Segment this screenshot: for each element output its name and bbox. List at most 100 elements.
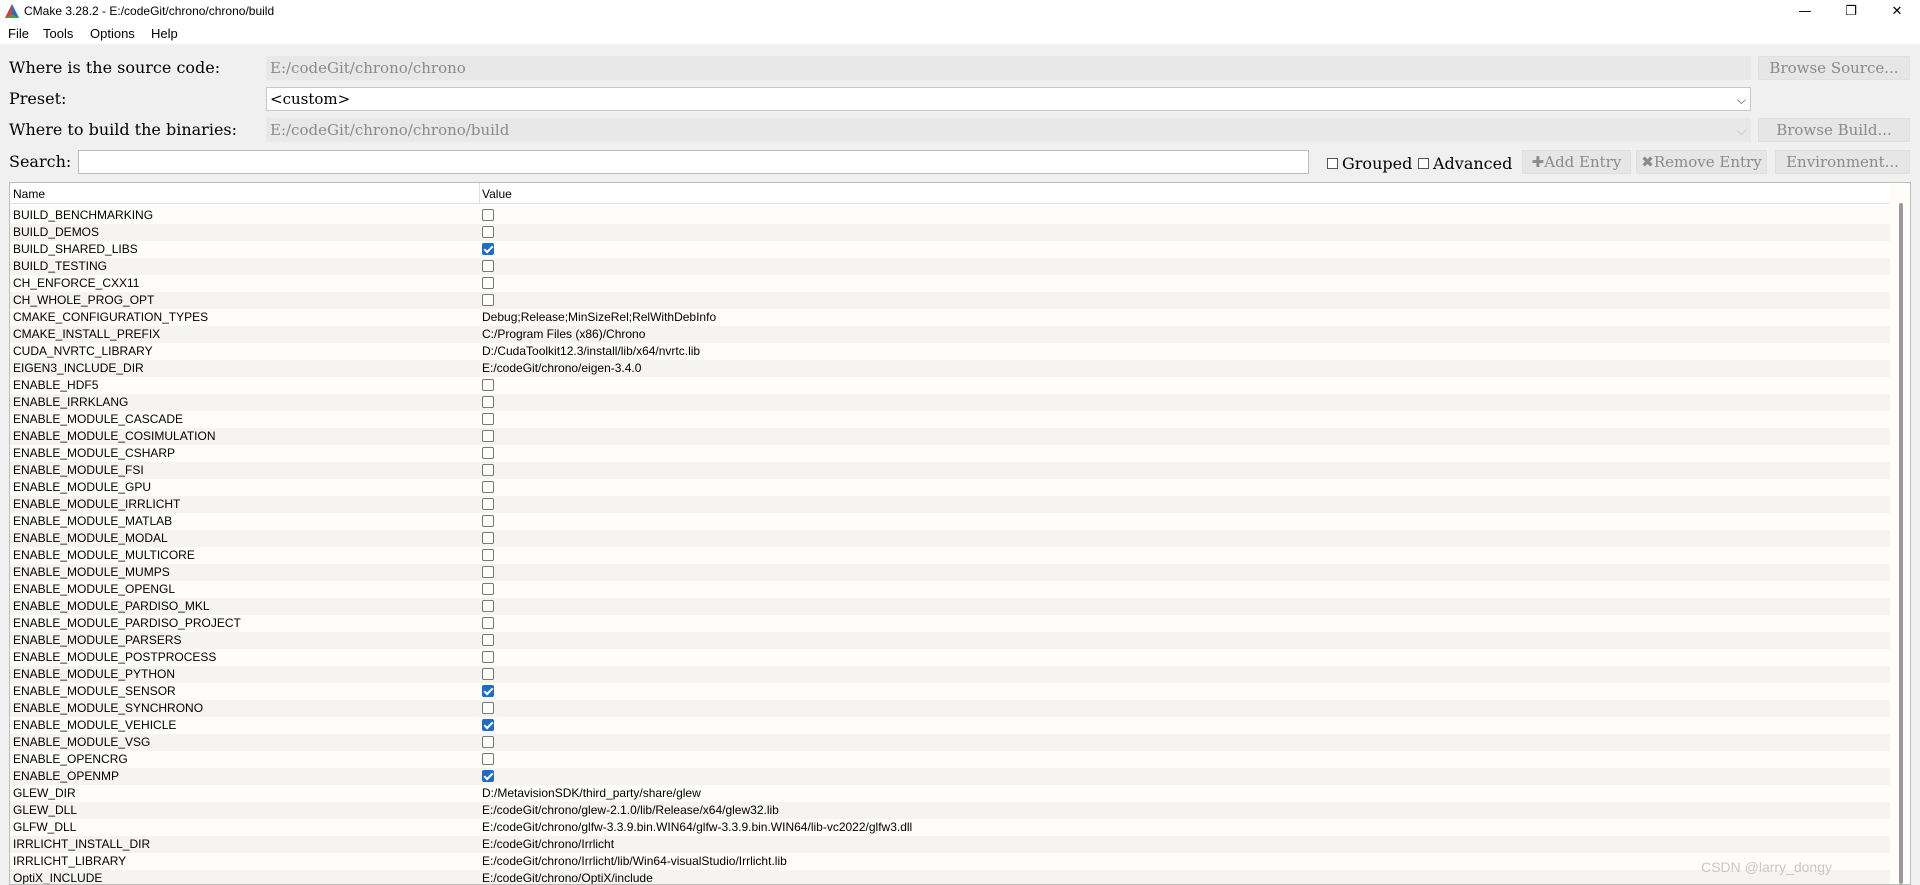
- add-entry-button[interactable]: ✚Add Entry: [1522, 150, 1631, 174]
- build-path-combo[interactable]: E:/codeGit/chrono/chrono/build ⌵: [266, 118, 1751, 142]
- row-value-checkbox[interactable]: [482, 736, 494, 748]
- row-value-checkbox[interactable]: [482, 549, 494, 561]
- row-value-checkbox[interactable]: [482, 413, 494, 425]
- row-value-checkbox[interactable]: [482, 447, 494, 459]
- table-row[interactable]: ENABLE_MODULE_IRRLICHT: [10, 496, 1890, 513]
- table-row[interactable]: ENABLE_MODULE_PYTHON: [10, 666, 1890, 683]
- table-row[interactable]: CMAKE_CONFIGURATION_TYPES Debug;Release;M…: [10, 309, 1890, 326]
- table-row[interactable]: ENABLE_MODULE_MULTICORE: [10, 547, 1890, 564]
- row-value-checkbox[interactable]: [482, 583, 494, 595]
- table-row[interactable]: ENABLE_MODULE_MODAL: [10, 530, 1890, 547]
- row-value-checkbox[interactable]: [482, 260, 494, 272]
- table-row[interactable]: CH_WHOLE_PROG_OPT: [10, 292, 1890, 309]
- row-value-checkbox[interactable]: [482, 498, 494, 510]
- table-row[interactable]: ENABLE_MODULE_SENSOR: [10, 683, 1890, 700]
- table-row[interactable]: GLEW_DIR D:/MetavisionSDK/third_party/sha…: [10, 785, 1890, 802]
- advanced-checkbox-box[interactable]: [1418, 157, 1429, 169]
- vertical-scrollbar[interactable]: [1895, 203, 1909, 884]
- row-value-checkbox[interactable]: [482, 209, 494, 221]
- table-row[interactable]: ENABLE_OPENCRG: [10, 751, 1890, 768]
- grouped-checkbox-box[interactable]: [1327, 157, 1338, 169]
- row-value[interactable]: E:/codeGit/chrono/glew-2.1.0/lib/Release…: [482, 803, 779, 817]
- row-value-checkbox[interactable]: [482, 719, 494, 731]
- row-value-checkbox[interactable]: [482, 243, 494, 255]
- row-value[interactable]: E:/codeGit/chrono/Irrlicht/lib/Win64-vis…: [482, 854, 787, 868]
- menu-help[interactable]: Help: [151, 26, 178, 41]
- table-row[interactable]: ENABLE_MODULE_PARDISO_MKL: [10, 598, 1890, 615]
- table-row[interactable]: CUDA_NVRTC_LIBRARY D:/CudaToolkit12.3/ins…: [10, 343, 1890, 360]
- grouped-checkbox[interactable]: Grouped: [1327, 153, 1412, 173]
- row-value[interactable]: C:/Program Files (x86)/Chrono: [482, 327, 645, 341]
- row-value-checkbox[interactable]: [482, 685, 494, 697]
- menu-tools[interactable]: Tools: [43, 26, 73, 41]
- table-row[interactable]: BUILD_DEMOS: [10, 224, 1890, 241]
- source-path-field[interactable]: E:/codeGit/chrono/chrono: [266, 56, 1751, 80]
- column-divider[interactable]: [479, 183, 480, 203]
- table-row[interactable]: ENABLE_MODULE_CSHARP: [10, 445, 1890, 462]
- preset-combo[interactable]: <custom> ⌵: [266, 87, 1751, 111]
- row-value-checkbox[interactable]: [482, 770, 494, 782]
- table-row[interactable]: OptiX_INCLUDE E:/codeGit/chrono/OptiX/inc…: [10, 870, 1890, 884]
- row-value-checkbox[interactable]: [482, 379, 494, 391]
- row-value-checkbox[interactable]: [482, 464, 494, 476]
- table-row[interactable]: ENABLE_MODULE_VSG: [10, 734, 1890, 751]
- table-row[interactable]: BUILD_BENCHMARKING: [10, 207, 1890, 224]
- scrollbar-thumb[interactable]: [1899, 203, 1903, 884]
- browse-source-button[interactable]: Browse Source...: [1758, 56, 1910, 80]
- table-row[interactable]: ENABLE_MODULE_FSI: [10, 462, 1890, 479]
- search-input[interactable]: [78, 150, 1309, 174]
- cache-table[interactable]: Name Value BUILD_BENCHMARKING BUILD_DEMOS…: [9, 182, 1911, 885]
- row-value-checkbox[interactable]: [482, 430, 494, 442]
- close-button[interactable]: ✕: [1874, 0, 1920, 22]
- row-value-checkbox[interactable]: [482, 515, 494, 527]
- table-row[interactable]: EIGEN3_INCLUDE_DIR E:/codeGit/chrono/eige…: [10, 360, 1890, 377]
- row-value[interactable]: E:/codeGit/chrono/glfw-3.3.9.bin.WIN64/g…: [482, 820, 912, 834]
- row-value-checkbox[interactable]: [482, 566, 494, 578]
- table-row[interactable]: GLFW_DLL E:/codeGit/chrono/glfw-3.3.9.bin…: [10, 819, 1890, 836]
- table-row[interactable]: ENABLE_MODULE_MATLAB: [10, 513, 1890, 530]
- minimize-button[interactable]: —: [1782, 0, 1828, 22]
- row-value-checkbox[interactable]: [482, 600, 494, 612]
- table-row[interactable]: BUILD_SHARED_LIBS: [10, 241, 1890, 258]
- table-row[interactable]: ENABLE_MODULE_GPU: [10, 479, 1890, 496]
- row-value[interactable]: E:/codeGit/chrono/Irrlicht: [482, 837, 614, 851]
- table-row[interactable]: CMAKE_INSTALL_PREFIX C:/Program Files (x8…: [10, 326, 1890, 343]
- table-row[interactable]: IRRLICHT_LIBRARY E:/codeGit/chrono/Irrlic…: [10, 853, 1890, 870]
- row-value-checkbox[interactable]: [482, 277, 494, 289]
- column-header-value[interactable]: Value: [482, 187, 512, 201]
- table-row[interactable]: ENABLE_MODULE_MUMPS: [10, 564, 1890, 581]
- table-row[interactable]: BUILD_TESTING: [10, 258, 1890, 275]
- table-row[interactable]: ENABLE_IRRKLANG: [10, 394, 1890, 411]
- environment-button[interactable]: Environment...: [1775, 150, 1910, 174]
- row-value-checkbox[interactable]: [482, 702, 494, 714]
- table-row[interactable]: CH_ENFORCE_CXX11: [10, 275, 1890, 292]
- maximize-button[interactable]: ❐: [1828, 0, 1874, 22]
- table-row[interactable]: ENABLE_MODULE_OPENGL: [10, 581, 1890, 598]
- table-row[interactable]: ENABLE_MODULE_POSTPROCESS: [10, 649, 1890, 666]
- row-value-checkbox[interactable]: [482, 396, 494, 408]
- row-value[interactable]: D:/CudaToolkit12.3/install/lib/x64/nvrtc…: [482, 344, 700, 358]
- table-row[interactable]: ENABLE_HDF5: [10, 377, 1890, 394]
- table-row[interactable]: GLEW_DLL E:/codeGit/chrono/glew-2.1.0/lib…: [10, 802, 1890, 819]
- row-value[interactable]: E:/codeGit/chrono/OptiX/include: [482, 871, 653, 884]
- row-value-checkbox[interactable]: [482, 294, 494, 306]
- menu-file[interactable]: File: [8, 26, 29, 41]
- menu-options[interactable]: Options: [90, 26, 135, 41]
- table-row[interactable]: ENABLE_MODULE_PARDISO_PROJECT: [10, 615, 1890, 632]
- table-row[interactable]: ENABLE_MODULE_CASCADE: [10, 411, 1890, 428]
- row-value-checkbox[interactable]: [482, 226, 494, 238]
- table-row[interactable]: ENABLE_MODULE_PARSERS: [10, 632, 1890, 649]
- row-value-checkbox[interactable]: [482, 634, 494, 646]
- row-value-checkbox[interactable]: [482, 481, 494, 493]
- row-value-checkbox[interactable]: [482, 668, 494, 680]
- row-value[interactable]: E:/codeGit/chrono/eigen-3.4.0: [482, 361, 641, 375]
- table-row[interactable]: ENABLE_OPENMP: [10, 768, 1890, 785]
- row-value[interactable]: Debug;Release;MinSizeRel;RelWithDebInfo: [482, 310, 716, 324]
- table-row[interactable]: ENABLE_MODULE_SYNCHRONO: [10, 700, 1890, 717]
- row-value-checkbox[interactable]: [482, 532, 494, 544]
- remove-entry-button[interactable]: ✖Remove Entry: [1636, 150, 1767, 174]
- table-row[interactable]: ENABLE_MODULE_COSIMULATION: [10, 428, 1890, 445]
- row-value[interactable]: D:/MetavisionSDK/third_party/share/glew: [482, 786, 701, 800]
- row-value-checkbox[interactable]: [482, 617, 494, 629]
- column-header-name[interactable]: Name: [13, 187, 45, 201]
